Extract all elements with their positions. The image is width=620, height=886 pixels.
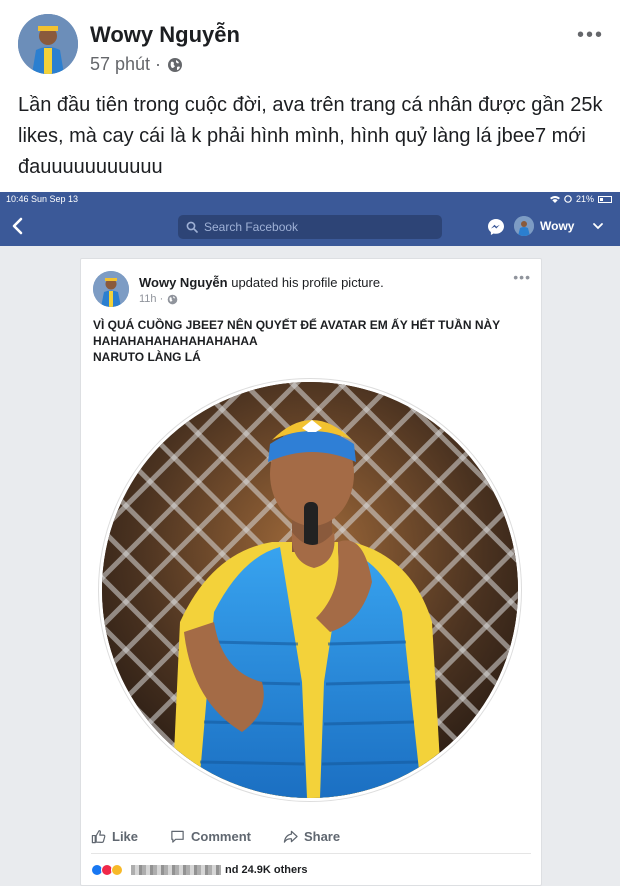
post-caption: VÌ QUÁ CUỒNG JBEE7 NÊN QUYẾT ĐỂ AVATAR E… (93, 317, 533, 365)
battery-icon (598, 195, 612, 203)
singer-photo-icon (102, 382, 518, 798)
haha-reaction-icon (111, 864, 123, 876)
globe-icon (167, 294, 178, 304)
globe-icon (168, 57, 183, 72)
post-time[interactable]: 57 phút · (90, 54, 161, 75)
blurred-names (131, 865, 221, 875)
facebook-navbar: Wowy (0, 206, 620, 246)
status-bar: 10:46 Sun Sep 13 21% (0, 192, 620, 206)
caption-line: NARUTO LÀNG LÁ (93, 350, 201, 364)
post-meta: 57 phút · (90, 54, 183, 75)
profile-picture-post-card: Wowy Nguyễn updated his profile picture.… (80, 258, 542, 886)
avatar-photo-icon (18, 14, 78, 74)
like-button[interactable]: Like (91, 825, 138, 847)
post-author-name[interactable]: Wowy Nguyễn (139, 275, 228, 290)
battery-percent: 21% (575, 194, 594, 204)
post-headline: Wowy Nguyễn updated his profile picture. (139, 275, 384, 290)
post-author-name[interactable]: Wowy Nguyễn (90, 22, 240, 48)
nav-user-name[interactable]: Wowy (540, 219, 574, 233)
share-button[interactable]: Share (283, 825, 340, 847)
embedded-screenshot: 10:46 Sun Sep 13 21% Search Facebook Wow… (0, 192, 620, 886)
reactions-count: nd 24.9K others (225, 864, 308, 876)
comment-icon (171, 830, 184, 843)
thumbs-up-icon (91, 829, 106, 843)
avatar-photo-icon (514, 216, 534, 236)
comment-label: Comment (191, 828, 251, 844)
comment-button[interactable]: Comment (170, 825, 251, 847)
nav-avatar[interactable] (514, 216, 534, 236)
post-meta: 11h · (139, 293, 178, 305)
avatar-photo-icon (93, 271, 129, 307)
chevron-down-icon[interactable] (592, 220, 604, 232)
search-box[interactable] (178, 215, 442, 239)
status-time: 10:46 Sun Sep 13 (6, 194, 79, 204)
caption-line: VÌ QUÁ CUỒNG JBEE7 NÊN QUYẾT ĐỂ AVATAR E… (93, 318, 501, 332)
profile-photo[interactable] (99, 379, 521, 801)
alarm-icon (564, 195, 572, 203)
share-label: Share (303, 828, 341, 844)
wifi-icon (549, 196, 560, 203)
more-options-icon[interactable]: ••• (577, 24, 604, 47)
caption-line: HAHAHAHAHAHAHAHAHAA (93, 334, 258, 348)
avatar[interactable] (18, 14, 78, 74)
divider (91, 853, 531, 854)
more-options-icon[interactable]: ••• (513, 269, 531, 285)
page: Wowy Nguyễn 57 phút · ••• Lần đầu tiên t… (0, 0, 620, 886)
avatar[interactable] (93, 271, 129, 307)
search-input[interactable] (204, 220, 404, 234)
share-icon (283, 830, 298, 843)
search-icon (186, 221, 198, 233)
reactions-summary[interactable]: nd 24.9K others (91, 861, 308, 879)
outer-post-header: Wowy Nguyễn 57 phút · ••• (18, 14, 608, 76)
post-action-text: updated his profile picture. (227, 275, 384, 290)
post-time[interactable]: 11h · (139, 293, 163, 305)
back-arrow-icon[interactable] (10, 216, 26, 236)
post-actions: Like Comment Share (91, 825, 531, 847)
messenger-icon[interactable] (487, 218, 505, 236)
status-right: 21% (549, 192, 612, 206)
like-label: Like (112, 828, 139, 844)
post-text: Lần đầu tiên trong cuộc đời, ava trên tr… (18, 94, 603, 178)
